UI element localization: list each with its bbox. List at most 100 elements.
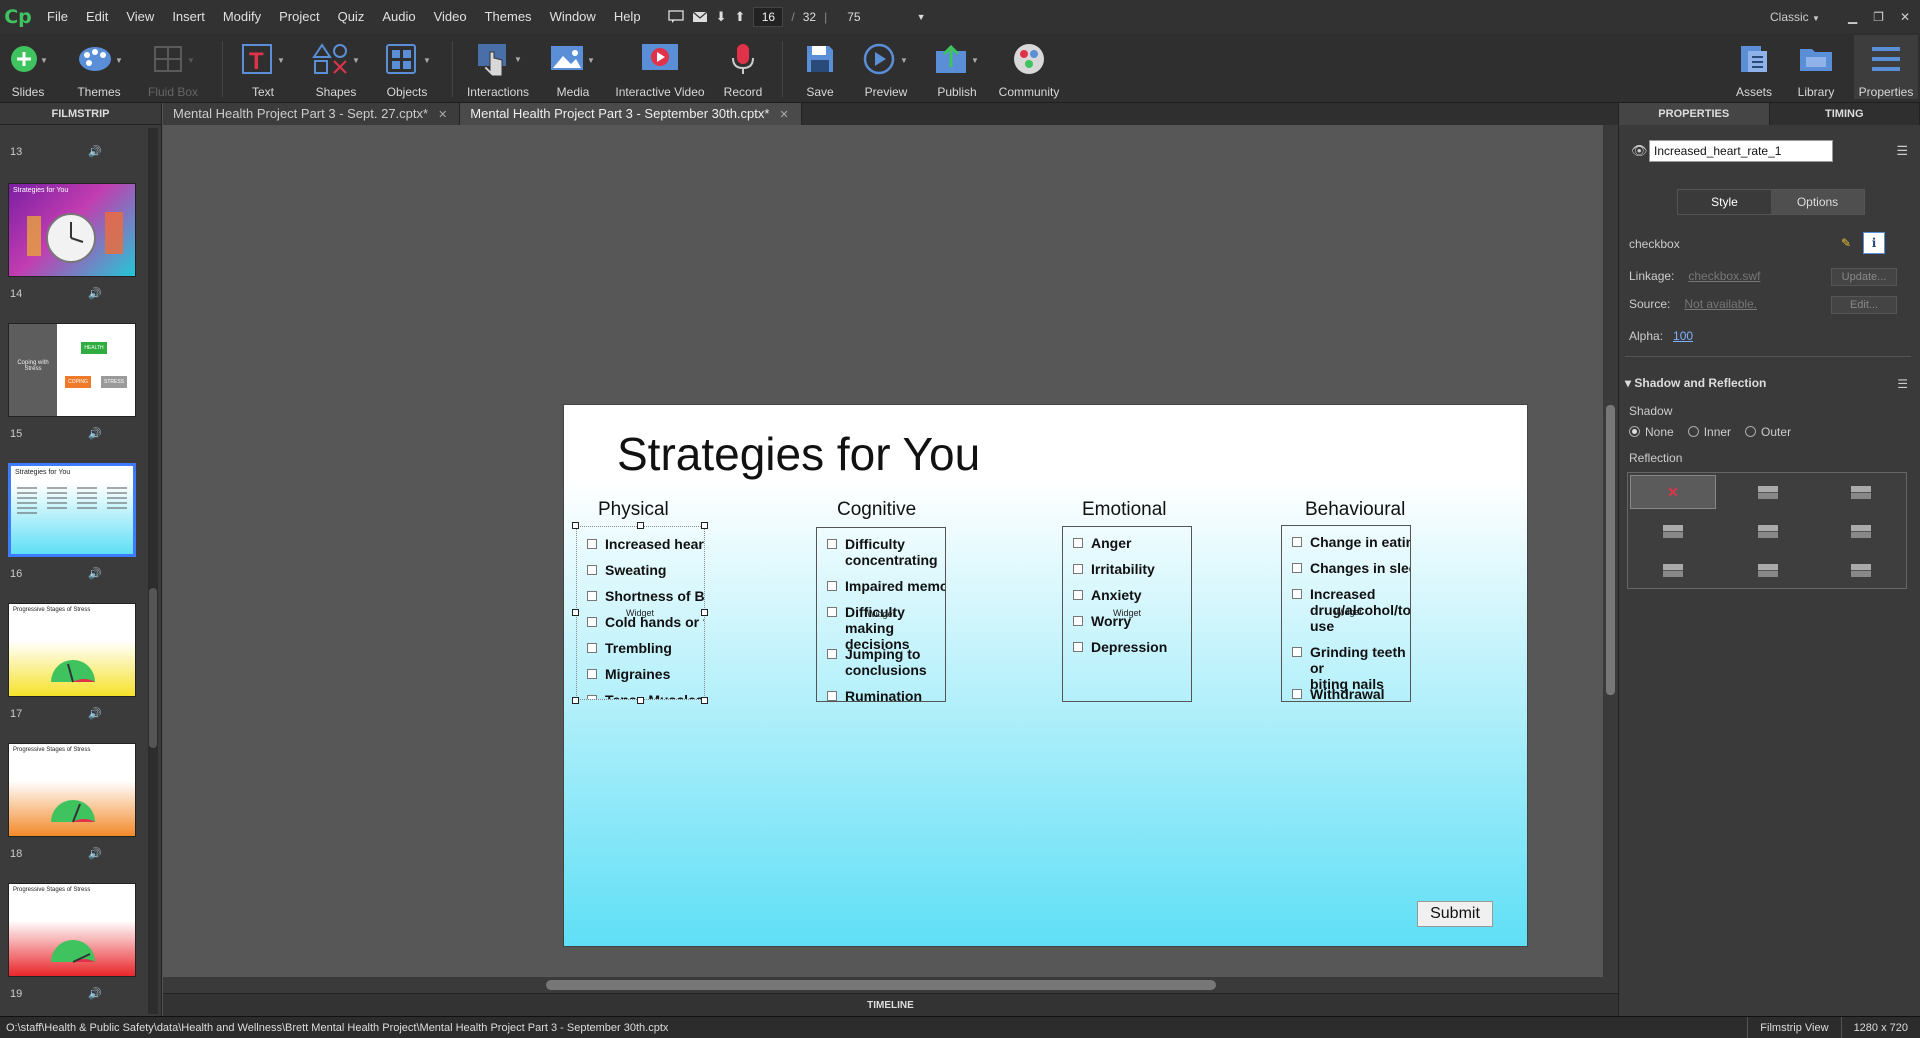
slides-button[interactable]: ▼ Slides [6, 39, 50, 99]
speaker-icon[interactable]: 🔊 [88, 287, 102, 300]
media-button[interactable]: ▼ Media [548, 39, 598, 99]
object-name-input[interactable]: Increased_heart_rate_1 [1649, 140, 1833, 162]
checkbox-item[interactable]: Change in eating [1292, 534, 1410, 550]
zoom-dropdown-icon[interactable]: ▼ [917, 12, 926, 22]
panel-menu-icon[interactable]: ☰ [1896, 143, 1908, 159]
checkbox[interactable] [1292, 563, 1302, 573]
preview-button[interactable]: ▼ Preview [860, 39, 912, 99]
themes-button[interactable]: ▼ Themes [74, 39, 124, 99]
menu-edit[interactable]: Edit [77, 0, 117, 33]
checkbox[interactable] [587, 669, 597, 679]
menu-help[interactable]: Help [605, 0, 650, 33]
reflection-preset[interactable] [1630, 553, 1716, 587]
update-button[interactable]: Update... [1831, 268, 1897, 286]
resize-handle[interactable] [701, 609, 708, 616]
resize-handle[interactable] [637, 522, 644, 529]
comment-icon[interactable] [667, 9, 684, 24]
menu-project[interactable]: Project [270, 0, 328, 33]
reflection-preset[interactable] [1725, 514, 1811, 548]
stage-vertical-scrollbar[interactable] [1603, 125, 1618, 977]
checkbox[interactable] [827, 607, 837, 617]
properties-button[interactable]: Properties [1854, 35, 1918, 99]
menu-modify[interactable]: Modify [214, 0, 270, 33]
resize-handle[interactable] [572, 697, 579, 704]
assets-button[interactable]: Assets [1732, 39, 1776, 99]
radio-button[interactable] [1629, 426, 1640, 437]
checkbox[interactable] [1073, 590, 1083, 600]
shadow-inner-radio[interactable]: Inner [1687, 425, 1731, 439]
slide-thumb-17[interactable]: Progressive Stages of Stress [8, 603, 136, 697]
reflection-preset[interactable] [1725, 475, 1811, 509]
checkbox-item[interactable]: Tense Muscles [587, 692, 704, 699]
menu-video[interactable]: Video [425, 0, 476, 33]
reflection-preset[interactable] [1725, 553, 1811, 587]
interactions-button[interactable]: ▼ Interactions [466, 39, 530, 99]
info-icon[interactable]: i [1863, 232, 1885, 254]
checkbox[interactable] [827, 539, 837, 549]
menu-themes[interactable]: Themes [476, 0, 541, 33]
resize-handle[interactable] [572, 522, 579, 529]
community-button[interactable]: Community [996, 39, 1062, 99]
resize-handle[interactable] [572, 609, 579, 616]
tab-sept27[interactable]: Mental Health Project Part 3 - Sept. 27.… [163, 103, 461, 125]
next-slide-arrow-icon[interactable]: ⬇ [716, 9, 727, 25]
save-button[interactable]: Save [798, 39, 842, 99]
workspace-switcher[interactable]: Classic ▼ [1770, 10, 1820, 24]
shadow-outer-radio[interactable]: Outer [1745, 425, 1791, 439]
checkbox-item[interactable]: Irritability [1073, 561, 1155, 577]
checkbox[interactable] [587, 539, 597, 549]
checkbox[interactable] [587, 617, 597, 627]
timeline-panel[interactable]: TIMELINE [163, 993, 1618, 1016]
edit-button[interactable]: Edit... [1831, 296, 1897, 314]
checkbox[interactable] [587, 643, 597, 653]
speaker-icon[interactable]: 🔊 [88, 145, 102, 158]
tab-timing[interactable]: TIMING [1769, 103, 1920, 125]
checkbox[interactable] [1073, 642, 1083, 652]
close-tab-icon[interactable]: ✕ [438, 109, 447, 121]
checkbox-item[interactable]: Depression [1073, 639, 1167, 655]
menu-file[interactable]: File [38, 0, 77, 33]
pencil-icon[interactable]: ✎ [1841, 236, 1851, 250]
options-tab[interactable]: Options [1771, 190, 1864, 214]
record-button[interactable]: Record [720, 39, 766, 99]
close-icon[interactable]: ✕ [1900, 10, 1910, 24]
restore-icon[interactable]: ❐ [1873, 10, 1884, 24]
menu-audio[interactable]: Audio [373, 0, 424, 33]
checkbox-item[interactable]: Grinding teeth or biting nails [1292, 644, 1410, 692]
checkbox[interactable] [827, 581, 837, 591]
slide-thumb-19[interactable]: Progressive Stages of Stress [8, 883, 136, 977]
checkbox[interactable] [1073, 564, 1083, 574]
heading-physical[interactable]: Physical [598, 499, 669, 521]
reflection-preset[interactable] [1818, 475, 1904, 509]
speaker-icon[interactable]: 🔊 [88, 847, 102, 860]
checkbox[interactable] [1292, 537, 1302, 547]
scrollbar-thumb[interactable] [546, 980, 1216, 990]
menu-view[interactable]: View [117, 0, 163, 33]
reflection-preset[interactable] [1818, 514, 1904, 548]
checkbox[interactable] [1073, 538, 1083, 548]
zoom-level[interactable]: 75 [847, 10, 860, 24]
current-slide-input[interactable]: 16 [753, 6, 784, 27]
tab-sept30[interactable]: Mental Health Project Part 3 - September… [460, 103, 802, 125]
checkbox[interactable] [827, 649, 837, 659]
slide-thumb-14[interactable]: Strategies for You [8, 183, 136, 277]
menu-window[interactable]: Window [541, 0, 605, 33]
slide-thumb-16-selected[interactable]: Strategies for You [8, 463, 136, 557]
checkbox-item[interactable]: Impaired memory [827, 578, 945, 594]
shadow-reflection-section[interactable]: ▾ Shadow and Reflection [1625, 376, 1766, 390]
section-menu-icon[interactable]: ☰ [1897, 377, 1908, 391]
heading-cognitive[interactable]: Cognitive [837, 499, 916, 521]
speaker-icon[interactable]: 🔊 [88, 427, 102, 440]
checkbox[interactable] [1292, 589, 1302, 599]
text-button[interactable]: T ▼ Text [238, 39, 288, 99]
checkbox[interactable] [587, 565, 597, 575]
reflection-preset[interactable] [1818, 553, 1904, 587]
checkbox-item[interactable]: Withdrawal [1292, 686, 1385, 701]
stage-horizontal-scrollbar[interactable] [163, 977, 1618, 993]
checkbox-item[interactable]: Migraines [587, 666, 670, 682]
slide-thumb-15[interactable]: Coping with Stress HEALTH COPING STRESS [8, 323, 136, 417]
speaker-icon[interactable]: 🔊 [88, 707, 102, 720]
checkbox[interactable] [1292, 647, 1302, 657]
speaker-icon[interactable]: 🔊 [88, 987, 102, 1000]
style-tab[interactable]: Style [1678, 190, 1771, 214]
